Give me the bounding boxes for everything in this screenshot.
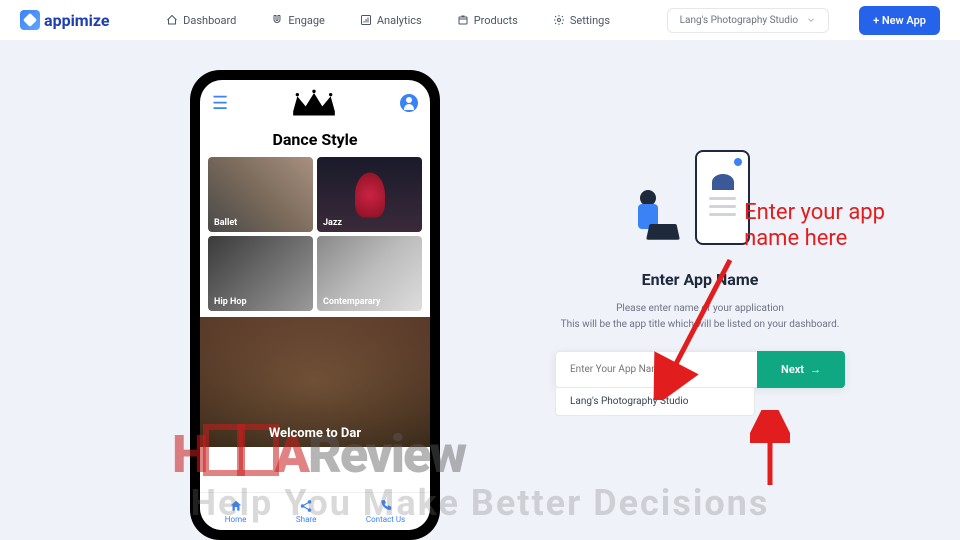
home-icon [229,499,243,513]
share-icon [299,499,313,513]
style-grid: Ballet Jazz Hip Hop Contemparary [200,157,430,311]
nav-dashboard[interactable]: Dashboard [166,14,236,27]
user-icon[interactable] [400,94,418,112]
main-content: ☰ Dance Style Ballet Jazz Hip Hop Contem… [0,40,960,530]
card-label: Jazz [323,218,342,228]
bottom-nav-home[interactable]: Home [225,499,247,524]
studio-name: Lang's Photography Studio [680,15,798,26]
nav-settings[interactable]: Settings [553,14,610,27]
nav-analytics[interactable]: Analytics [360,14,422,27]
card-label: Hip Hop [214,297,247,307]
chart-icon [360,14,372,26]
crown-logo-icon [289,88,339,118]
gear-icon [553,14,565,26]
nav-products[interactable]: Products [457,14,518,27]
nav-label: Products [474,14,518,27]
bottom-nav: Home Share Contact Us [200,492,430,530]
tutorial-annotation: Enter your app name here [744,200,885,253]
hamburger-icon[interactable]: ☰ [212,93,228,114]
next-button[interactable]: Next → [757,351,845,388]
chevron-down-icon [806,15,816,25]
studio-selector[interactable]: Lang's Photography Studio [667,8,829,33]
card-label: Contemparary [323,297,380,307]
next-label: Next [781,363,804,376]
bottom-nav-contact[interactable]: Contact Us [366,499,405,524]
new-app-button[interactable]: + New App [859,6,940,35]
card-hiphop[interactable]: Hip Hop [208,236,313,311]
card-label: Ballet [214,218,237,228]
phone-screen: ☰ Dance Style Ballet Jazz Hip Hop Contem… [200,80,430,530]
box-icon [457,14,469,26]
section-title: Dance Style [200,126,430,157]
illus-person-icon [630,190,675,245]
nav-label: Analytics [377,14,422,27]
annotation-line: Enter your app [744,200,885,226]
magnet-icon [271,14,283,26]
home-icon [166,14,178,26]
nav-label: Home [225,515,247,524]
annotation-arrow-icon [750,410,790,490]
brand-name: appimize [44,11,110,30]
top-navigation: appimize Dashboard Engage Analytics Prod… [0,0,960,40]
bottom-nav-share[interactable]: Share [296,499,316,524]
nav-label: Contact Us [366,515,405,524]
logo-icon [20,10,40,30]
phone-icon [379,499,393,513]
nav-label: Dashboard [183,14,236,27]
hero-text: Welcome to Dar [269,426,361,441]
app-header: ☰ [200,80,430,126]
main-nav: Dashboard Engage Analytics Products Sett… [140,14,637,27]
nav-label: Share [296,515,316,524]
brand-logo[interactable]: appimize [20,10,110,30]
illus-phone-icon [695,150,750,245]
nav-label: Settings [570,14,610,27]
annotation-line: name here [744,226,885,252]
annotation-arrow-icon [650,250,740,400]
arrow-right-icon: → [810,363,821,376]
nav-engage[interactable]: Engage [271,14,325,27]
phone-mockup: ☰ Dance Style Ballet Jazz Hip Hop Contem… [190,70,440,540]
card-contemporary[interactable]: Contemparary [317,236,422,311]
hero-banner: Welcome to Dar [200,317,430,447]
nav-label: Engage [288,14,325,27]
card-ballet[interactable]: Ballet [208,157,313,232]
card-jazz[interactable]: Jazz [317,157,422,232]
